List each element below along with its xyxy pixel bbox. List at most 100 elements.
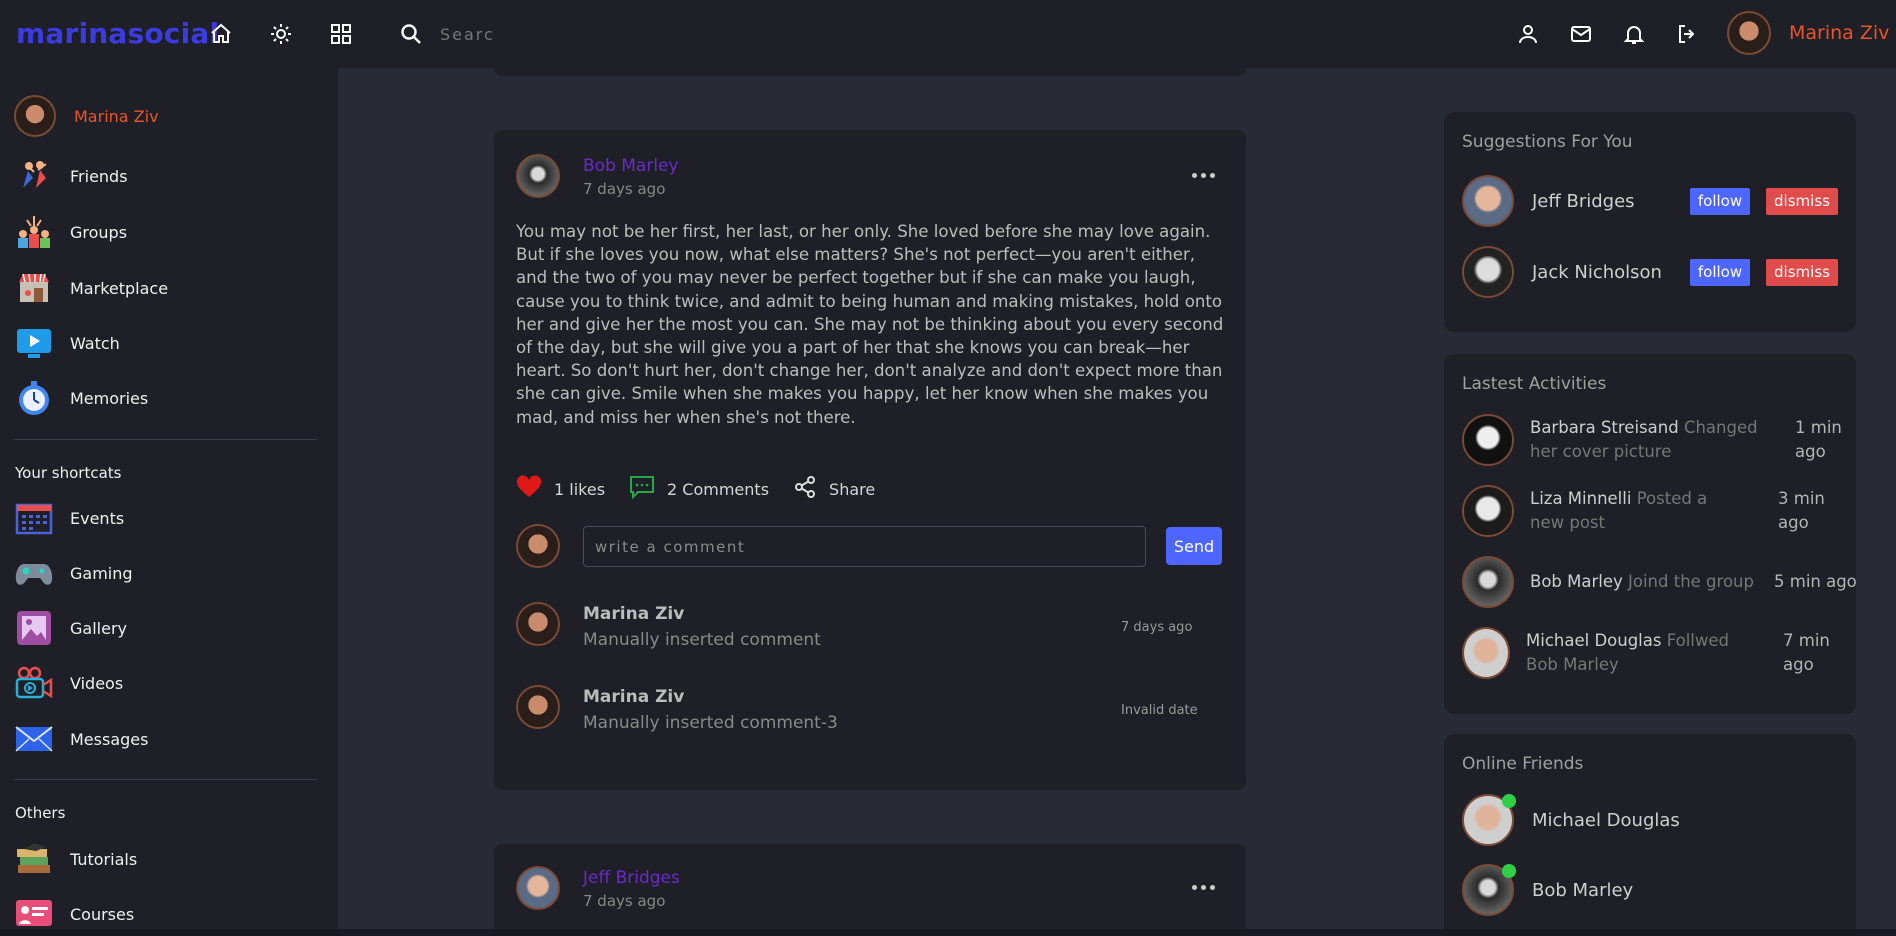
activity-user[interactable]: Liza Minnelli (1530, 489, 1631, 508)
sidebar-item-gallery[interactable]: Gallery (14, 608, 127, 648)
activity-row: Michael Douglas Follwed Bob Marley 7 min… (1462, 627, 1848, 683)
sidebar-item-groups[interactable]: Groups (14, 212, 127, 252)
activity-time: 5 min ago (1774, 572, 1857, 591)
activity-avatar[interactable] (1462, 485, 1514, 537)
sidebar-item-label: Gaming (70, 563, 133, 583)
comment-author[interactable]: Marina Ziv (583, 604, 684, 624)
sidebar-item-label: Gallery (70, 618, 127, 638)
left-sidebar: Marina Ziv Friends Groups Marketplace Wa… (0, 68, 338, 936)
sidebar-divider (14, 779, 317, 780)
post-author-avatar[interactable] (516, 866, 560, 910)
previous-post-card (494, 0, 1246, 76)
videos-icon (14, 663, 54, 703)
activity-time: 1 min ago (1795, 418, 1842, 461)
sidebar-item-watch[interactable]: Watch (14, 323, 120, 363)
current-user-avatar (516, 524, 560, 568)
dismiss-button[interactable]: dismiss (1766, 187, 1838, 215)
home-icon[interactable] (208, 21, 234, 47)
comment-text: Manually inserted comment (583, 630, 821, 650)
sidebar-item-label: Messages (70, 729, 149, 749)
theme-toggle-icon[interactable] (268, 21, 294, 47)
comments-count: 2 Comments (667, 479, 770, 499)
apps-grid-icon[interactable] (328, 21, 354, 47)
comment-avatar[interactable] (516, 685, 560, 729)
post-author-avatar[interactable] (516, 154, 560, 198)
post-author-name[interactable]: Jeff Bridges (583, 868, 680, 888)
follow-button[interactable]: follow (1690, 258, 1750, 286)
suggestions-card: Suggestions For You Jeff Bridges follow … (1444, 112, 1856, 332)
sidebar-item-label: Groups (70, 222, 128, 242)
notifications-bell-icon[interactable] (1621, 21, 1647, 47)
comments-button[interactable]: 2 Comments (629, 475, 769, 503)
comment-time: 7 days ago (1121, 620, 1193, 635)
suggestions-title: Suggestions For You (1462, 132, 1633, 152)
online-friends-card: Online Friends Michael Douglas Bob Marle… (1444, 734, 1856, 936)
activity-user[interactable]: Barbara Streisand (1530, 418, 1679, 437)
suggestion-name[interactable]: Jeff Bridges (1532, 191, 1690, 212)
send-comment-button[interactable]: Send (1166, 527, 1222, 565)
bottom-strip (0, 929, 1896, 936)
suggestion-name[interactable]: Jack Nicholson (1532, 262, 1690, 283)
user-name[interactable]: Marina Ziv (1789, 22, 1889, 44)
post-more-options-icon[interactable] (1192, 880, 1220, 894)
mail-icon[interactable] (1568, 21, 1594, 47)
user-avatar[interactable] (1727, 11, 1771, 55)
activity-row: Liza Minnelli Posted a new post 3 min ag… (1462, 485, 1848, 541)
sidebar-item-marketplace[interactable]: Marketplace (14, 268, 168, 308)
comment-input[interactable] (583, 526, 1146, 567)
online-friend-name: Michael Douglas (1532, 809, 1680, 831)
sidebar-item-videos[interactable]: Videos (14, 663, 123, 703)
sidebar-item-label: Memories (70, 388, 149, 408)
dismiss-button[interactable]: dismiss (1766, 258, 1838, 286)
comment-avatar[interactable] (516, 602, 560, 646)
groups-icon (14, 212, 54, 252)
suggestion-avatar[interactable] (1462, 175, 1514, 227)
sidebar-item-friends[interactable]: Friends (14, 156, 128, 196)
activity-time: 3 min ago (1778, 489, 1825, 532)
sidebar-item-memories[interactable]: Memories (14, 378, 148, 418)
post-actions: 1 likes 2 Comments Share (516, 475, 899, 503)
sidebar-item-events[interactable]: Events (14, 498, 124, 538)
activity-avatar[interactable] (1462, 556, 1514, 608)
comment-author[interactable]: Marina Ziv (583, 687, 684, 707)
post-more-options-icon[interactable] (1192, 168, 1220, 182)
online-friend-row[interactable]: Bob Marley (1462, 864, 1633, 916)
online-friends-title: Online Friends (1462, 754, 1584, 774)
activity-user[interactable]: Bob Marley (1530, 572, 1623, 591)
sidebar-item-tutorials[interactable]: Tutorials (14, 839, 137, 879)
activity-time: 7 min ago (1783, 631, 1830, 674)
post-time: 7 days ago (583, 892, 666, 910)
follow-button[interactable]: follow (1690, 187, 1750, 215)
gaming-icon (14, 553, 54, 593)
sidebar-profile-name: Marina Ziv (74, 106, 159, 126)
shortcuts-heading: Your shortcats (15, 464, 122, 482)
activity-avatar[interactable] (1462, 414, 1514, 466)
friends-icon (14, 156, 54, 196)
activity-user[interactable]: Michael Douglas (1526, 631, 1661, 650)
sidebar-item-gaming[interactable]: Gaming (14, 553, 133, 593)
others-heading: Others (15, 804, 66, 822)
like-button[interactable]: 1 likes (516, 475, 605, 503)
profile-avatar (14, 95, 56, 137)
messages-icon (14, 719, 54, 759)
heart-icon (516, 475, 542, 503)
sidebar-item-label: Courses (70, 904, 135, 924)
sidebar-item-messages[interactable]: Messages (14, 719, 148, 759)
profile-icon[interactable] (1515, 21, 1541, 47)
post-time: 7 days ago (583, 180, 666, 198)
activity-row: Bob Marley Joind the group 5 min ago (1462, 556, 1857, 612)
online-status-dot (1502, 794, 1516, 808)
brand-logo[interactable]: marinasocial (16, 17, 219, 50)
activity-avatar[interactable] (1462, 627, 1510, 679)
sidebar-profile-link[interactable]: Marina Ziv (14, 95, 159, 137)
logout-icon[interactable] (1674, 21, 1700, 47)
post-body-text: You may not be her first, her last, or h… (516, 222, 1224, 427)
online-friend-row[interactable]: Michael Douglas (1462, 794, 1680, 846)
sidebar-item-label: Watch (70, 333, 120, 353)
share-button[interactable]: Share (793, 475, 875, 503)
search-icon[interactable] (398, 21, 424, 47)
post-author-name[interactable]: Bob Marley (583, 156, 679, 176)
suggestion-avatar[interactable] (1462, 246, 1514, 298)
sidebar-item-courses[interactable]: Courses (14, 894, 134, 934)
sidebar-item-label: Events (70, 508, 125, 528)
